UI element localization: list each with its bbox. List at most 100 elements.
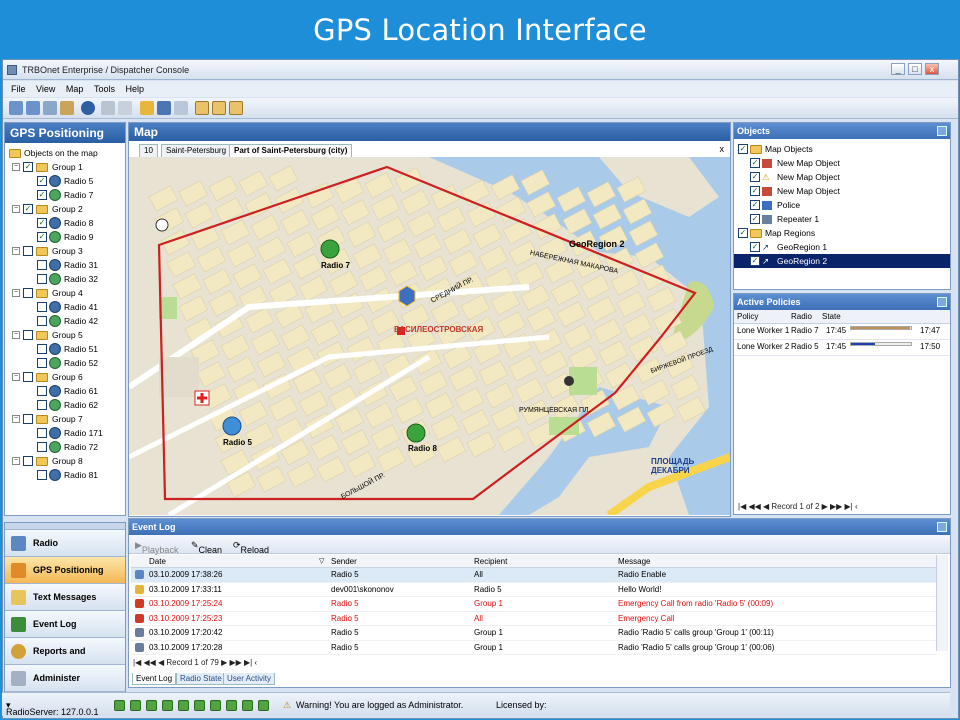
zoom-area-icon[interactable] bbox=[43, 101, 57, 115]
tree-radio[interactable]: ✓ Radio 7 bbox=[5, 188, 125, 202]
zoom-out-icon[interactable] bbox=[26, 101, 40, 115]
tree-radio[interactable]: Radio 31 bbox=[5, 258, 125, 272]
event-log-row[interactable]: 03.10.2009 17:25:23 Radio 5 All Emergency C… bbox=[131, 612, 937, 626]
object-tree-item[interactable]: ✓ ⚠ New Map Object bbox=[734, 170, 950, 184]
col-recipient[interactable]: Recipient bbox=[474, 557, 507, 566]
maximize-button[interactable]: □ bbox=[908, 63, 922, 75]
menu-view[interactable]: View bbox=[36, 84, 55, 94]
group-checkbox[interactable] bbox=[23, 372, 33, 382]
radio-checkbox[interactable] bbox=[37, 260, 47, 270]
radio-checkbox[interactable] bbox=[37, 442, 47, 452]
collapse-icon[interactable]: − bbox=[12, 415, 20, 423]
object-tree-item[interactable]: ✓ New Map Object bbox=[734, 184, 950, 198]
group-checkbox[interactable] bbox=[23, 288, 33, 298]
clean-button[interactable]: ✎ Clean bbox=[191, 540, 222, 555]
tree-radio[interactable]: Radio 32 bbox=[5, 272, 125, 286]
event-log-row[interactable]: 03.10.2009 17:38:26 Radio 5 All Radio Enabl… bbox=[131, 568, 937, 583]
object-checkbox[interactable]: ✓ bbox=[738, 144, 748, 154]
radio-checkbox[interactable] bbox=[37, 344, 47, 354]
col-sender[interactable]: Sender bbox=[331, 557, 357, 566]
map-canvas[interactable]: GeoRegion 2 ВАСИЛЕОСТРОВСКАЯ Radio 7 Rad… bbox=[129, 157, 730, 515]
tree-group[interactable]: − Group 8 bbox=[5, 454, 125, 468]
group-checkbox[interactable]: ✓ bbox=[23, 162, 33, 172]
ruler-icon[interactable] bbox=[118, 101, 132, 115]
tree-radio[interactable]: ✓ Radio 8 bbox=[5, 216, 125, 230]
tab-user-activity[interactable]: User Activity bbox=[223, 673, 276, 685]
nav-radio[interactable]: Radio bbox=[5, 530, 125, 557]
object-checkbox[interactable]: ✓ bbox=[750, 256, 760, 266]
pointer-icon[interactable] bbox=[101, 101, 115, 115]
object-checkbox[interactable]: ✓ bbox=[750, 214, 760, 224]
close-button[interactable]: x bbox=[925, 63, 939, 75]
tree-radio[interactable]: Radio 52 bbox=[5, 356, 125, 370]
collapse-icon[interactable]: − bbox=[12, 163, 20, 171]
event-log-row[interactable]: 03.10.2009 17:20:28 Radio 5 Group 1 Radio '… bbox=[131, 641, 937, 655]
event-log-pager[interactable]: |◀ ◀◀ ◀ Record 1 of 79 ▶ ▶▶ ▶| ‹ bbox=[133, 656, 257, 670]
object-tree-item[interactable]: ✓ Map Regions bbox=[734, 226, 950, 240]
radio-checkbox[interactable] bbox=[37, 316, 47, 326]
col-state[interactable]: State bbox=[822, 312, 841, 321]
collapse-icon[interactable]: − bbox=[12, 373, 20, 381]
object-tree-item[interactable]: ✓ Repeater 1 bbox=[734, 212, 950, 226]
object-checkbox[interactable]: ✓ bbox=[750, 200, 760, 210]
radio-gps-icon[interactable] bbox=[195, 101, 209, 115]
object-tree-item[interactable]: ✓ Police bbox=[734, 198, 950, 212]
track-icon[interactable] bbox=[229, 101, 243, 115]
zoom-in-icon[interactable] bbox=[9, 101, 23, 115]
server-status[interactable]: RadioServer: 127.0.0.1 ▾ bbox=[6, 700, 99, 717]
print-icon[interactable] bbox=[174, 101, 188, 115]
tree-group[interactable]: − Group 4 bbox=[5, 286, 125, 300]
radio-checkbox[interactable] bbox=[37, 428, 47, 438]
event-log-row[interactable]: 03.10.2009 17:20:42 Radio 5 Group 1 Radio '… bbox=[131, 626, 937, 641]
tree-radio[interactable]: Radio 61 bbox=[5, 384, 125, 398]
object-checkbox[interactable]: ✓ bbox=[750, 242, 760, 252]
reload-button[interactable]: ⟳ Reload bbox=[233, 540, 269, 555]
save-icon[interactable] bbox=[157, 101, 171, 115]
tree-group[interactable]: − Group 3 bbox=[5, 244, 125, 258]
tree-radio[interactable]: Radio 42 bbox=[5, 314, 125, 328]
group-checkbox[interactable] bbox=[23, 456, 33, 466]
radio-checkbox[interactable] bbox=[37, 274, 47, 284]
tree-radio[interactable]: ✓ Radio 5 bbox=[5, 174, 125, 188]
collapse-icon[interactable]: − bbox=[12, 289, 20, 297]
collapse-icon[interactable]: − bbox=[12, 457, 20, 465]
object-checkbox[interactable]: ✓ bbox=[750, 158, 760, 168]
event-log-row[interactable]: 03.10.2009 17:33:11 dev001\skononov Radio … bbox=[131, 583, 937, 597]
radio-checkbox[interactable] bbox=[37, 302, 47, 312]
playback-button[interactable]: ▶ Playback bbox=[135, 540, 178, 555]
tab-10[interactable]: 10 bbox=[139, 144, 158, 157]
group-checkbox[interactable] bbox=[23, 414, 33, 424]
map-svg[interactable] bbox=[129, 157, 730, 515]
tab-radio-state[interactable]: Radio State bbox=[176, 673, 226, 685]
menu-help[interactable]: Help bbox=[125, 84, 144, 94]
object-checkbox[interactable]: ✓ bbox=[750, 186, 760, 196]
pin-icon[interactable] bbox=[937, 297, 947, 307]
policies-pager[interactable]: |◀ ◀◀ ◀ Record 1 of 2 ▶ ▶▶ ▶| ‹ bbox=[738, 500, 858, 514]
object-tree-item[interactable]: ✓ ↗ GeoRegion 1 bbox=[734, 240, 950, 254]
nav-gps-positioning[interactable]: GPS Positioning bbox=[5, 557, 125, 584]
tree-radio[interactable]: Radio 171 bbox=[5, 426, 125, 440]
policy-row[interactable]: Lone Worker 1 Radio 7 17:45 17:47 bbox=[734, 324, 950, 340]
tree-group[interactable]: − Group 5 bbox=[5, 328, 125, 342]
object-tree-item[interactable]: ✓ ↗ GeoRegion 2 bbox=[734, 254, 950, 268]
minimize-button[interactable]: _ bbox=[891, 63, 905, 75]
nav-text-messages[interactable]: Text Messages bbox=[5, 584, 125, 611]
group-gps-icon[interactable] bbox=[212, 101, 226, 115]
map-tab-close-button[interactable]: x bbox=[720, 144, 725, 154]
tree-radio[interactable]: Radio 72 bbox=[5, 440, 125, 454]
radio-checkbox[interactable]: ✓ bbox=[37, 232, 47, 242]
nav-reports[interactable]: Reports and Statistics bbox=[5, 638, 125, 683]
radio-checkbox[interactable] bbox=[37, 400, 47, 410]
panel-splitter[interactable] bbox=[5, 523, 125, 530]
tree-radio[interactable]: Radio 41 bbox=[5, 300, 125, 314]
event-log-scrollbar[interactable] bbox=[936, 555, 948, 651]
group-checkbox[interactable]: ✓ bbox=[23, 204, 33, 214]
pin-icon[interactable] bbox=[937, 126, 947, 136]
policy-row[interactable]: Lone Worker 2 Radio 5 17:45 17:50 bbox=[734, 340, 950, 356]
close-panel-icon[interactable] bbox=[937, 522, 947, 532]
menu-file[interactable]: File bbox=[11, 84, 26, 94]
radio-checkbox[interactable]: ✓ bbox=[37, 218, 47, 228]
tab-part-of-saint-petersburg[interactable]: Part of Saint-Petersburg (city) bbox=[229, 144, 353, 157]
tree-group[interactable]: − Group 7 bbox=[5, 412, 125, 426]
col-date[interactable]: Date bbox=[149, 557, 166, 566]
